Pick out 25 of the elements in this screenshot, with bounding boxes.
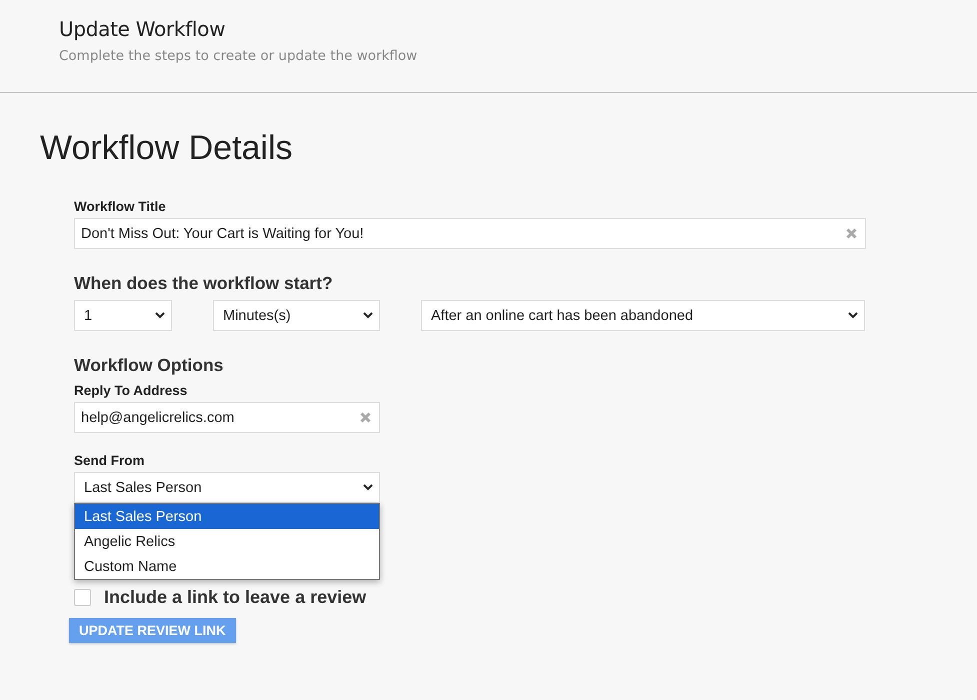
- chevron-down-icon: [363, 312, 373, 319]
- dropdown-select[interactable]: After an online cart has been abandoned: [421, 300, 865, 331]
- chevron-down-icon: [848, 312, 858, 319]
- clear-icon[interactable]: [846, 228, 857, 239]
- field-label: Send From: [74, 453, 145, 468]
- dropdown-option[interactable]: Angelic Relics: [75, 529, 379, 554]
- checkbox-label: Include a link to leave a review: [104, 587, 366, 608]
- title-input-field[interactable]: Don't Miss Out: Your Cart is Waiting for You!: [74, 218, 866, 249]
- clear-icon[interactable]: [360, 412, 371, 423]
- section-heading: Workflow Options: [74, 355, 224, 376]
- dropdown-select[interactable]: 1: [74, 300, 172, 331]
- email-input-field[interactable]: help@angelicrelics.com: [74, 402, 380, 433]
- field-label: Reply To Address: [74, 383, 188, 398]
- dropdown-select[interactable]: Minutes(s): [213, 300, 380, 331]
- field-label: Workflow Title: [74, 199, 166, 214]
- section-heading: When does the workflow start?: [74, 273, 333, 294]
- chevron-down-icon: [155, 312, 165, 319]
- page-subtitle: Complete the steps to create or update the workflow: [59, 48, 418, 64]
- dropdown-option[interactable]: Last Sales Person: [75, 504, 379, 529]
- page-title: Update Workflow: [59, 17, 226, 41]
- checkbox[interactable]: [74, 589, 91, 606]
- chevron-down-icon: [363, 484, 373, 491]
- section-title: Workflow Details: [40, 129, 293, 168]
- send-from-select[interactable]: Last Sales Person: [74, 472, 380, 503]
- dropdown-option[interactable]: Custom Name: [75, 554, 379, 579]
